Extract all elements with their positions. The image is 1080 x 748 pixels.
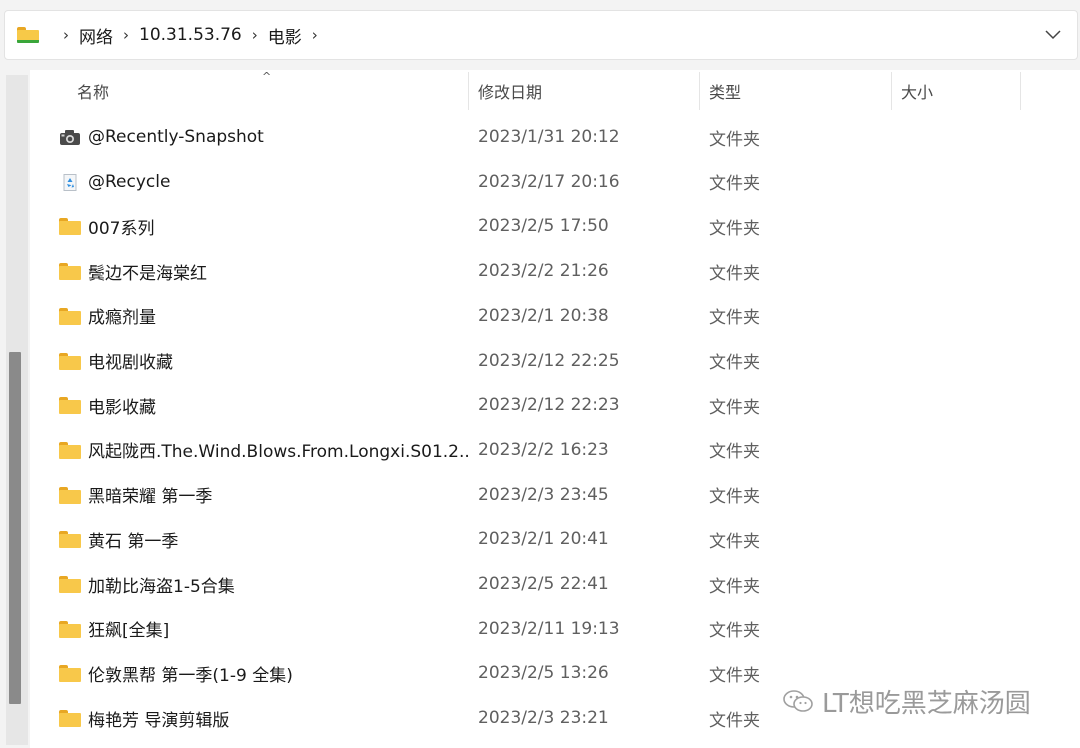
watermark: LT想吃黑芝麻汤圆 — [782, 684, 1031, 719]
breadcrumb-separator-icon[interactable]: › — [252, 26, 258, 44]
folder-icon — [59, 397, 81, 415]
file-name: 黑暗荣耀 第一季 — [88, 487, 213, 508]
file-type: 文件夹 — [709, 576, 760, 597]
column-header: ^ 名称 修改日期 类型 大小 — [30, 70, 1080, 112]
column-header-size[interactable]: 大小 — [901, 70, 933, 112]
file-date: 2023/2/12 22:23 — [478, 395, 620, 416]
file-name: 电影收藏 — [88, 397, 156, 418]
file-row[interactable]: 加勒比海盗1-5合集 2023/2/5 22:41 文件夹 — [30, 562, 1080, 606]
breadcrumb-separator-icon[interactable]: › — [63, 26, 69, 44]
file-name: 加勒比海盗1-5合集 — [88, 576, 235, 597]
breadcrumb-separator-icon[interactable]: › — [312, 26, 318, 44]
file-row[interactable]: 风起陇西.The.Wind.Blows.From.Longxi.S01.2...… — [30, 428, 1080, 472]
file-type: 文件夹 — [709, 174, 760, 195]
sort-ascending-icon: ^ — [262, 70, 272, 83]
scrollbar-thumb[interactable] — [9, 352, 21, 704]
file-type: 文件夹 — [709, 263, 760, 284]
file-name: 狂飙[全集] — [88, 621, 170, 642]
folder-icon — [59, 263, 81, 281]
column-header-name[interactable]: 名称 — [77, 70, 109, 112]
file-date: 2023/2/3 23:45 — [478, 484, 609, 505]
folder-icon — [59, 576, 81, 593]
column-divider[interactable] — [891, 72, 892, 110]
camera-icon — [60, 130, 80, 145]
file-row[interactable]: @Recycle 2023/2/17 20:16 文件夹 — [30, 160, 1080, 204]
breadcrumb-network[interactable]: 网络 — [79, 23, 113, 48]
file-date: 2023/2/11 19:13 — [478, 618, 620, 639]
file-type: 文件夹 — [709, 487, 760, 508]
file-name: 成瘾剂量 — [88, 308, 156, 329]
file-name: 风起陇西.The.Wind.Blows.From.Longxi.S01.2... — [88, 442, 468, 463]
watermark-text: LT想吃黑芝麻汤圆 — [822, 688, 1031, 719]
column-divider[interactable] — [699, 72, 700, 110]
file-date: 2023/2/5 17:50 — [478, 216, 609, 237]
file-row[interactable]: @Recently-Snapshot 2023/1/31 20:12 文件夹 — [30, 115, 1080, 159]
file-name: 电视剧收藏 — [88, 353, 173, 373]
file-type: 文件夹 — [709, 353, 760, 373]
breadcrumb: › 网络 › 10.31.53.76 › 电影 › — [17, 11, 328, 59]
folder-icon — [59, 218, 81, 236]
file-name: @Recycle — [88, 171, 171, 192]
file-row[interactable]: 狂飙[全集] 2023/2/11 19:13 文件夹 — [30, 607, 1080, 651]
recycle-icon — [63, 173, 77, 191]
breadcrumb-current-folder[interactable]: 电影 — [268, 23, 302, 48]
file-row[interactable]: 鬓边不是海棠红 2023/2/2 21:26 文件夹 — [30, 249, 1080, 293]
column-divider[interactable] — [1020, 72, 1021, 110]
file-date: 2023/2/1 20:41 — [478, 529, 609, 550]
file-type: 文件夹 — [709, 129, 760, 150]
file-type: 文件夹 — [709, 621, 760, 642]
folder-icon — [59, 531, 81, 549]
breadcrumb-host[interactable]: 10.31.53.76 — [139, 25, 242, 45]
file-type: 文件夹 — [709, 665, 760, 686]
folder-icon — [59, 665, 81, 683]
folder-icon — [59, 352, 81, 370]
file-date: 2023/2/17 20:16 — [478, 171, 620, 192]
file-name: @Recently-Snapshot — [88, 127, 264, 147]
file-row[interactable]: 黑暗荣耀 第一季 2023/2/3 23:45 文件夹 — [30, 473, 1080, 517]
file-row[interactable]: 黄石 第一季 2023/2/1 20:41 文件夹 — [30, 517, 1080, 561]
file-date: 2023/2/2 21:26 — [478, 261, 609, 282]
file-name: 伦敦黑帮 第一季(1-9 全集) — [88, 665, 293, 686]
folder-icon — [59, 620, 81, 638]
file-date: 2023/2/5 22:41 — [478, 574, 609, 594]
folder-icon — [59, 710, 81, 728]
wechat-icon — [783, 690, 813, 712]
file-date: 2023/2/2 16:23 — [478, 439, 609, 460]
file-row[interactable]: 电视剧收藏 2023/2/12 22:25 文件夹 — [30, 339, 1080, 383]
file-date: 2023/1/31 20:12 — [478, 127, 620, 147]
address-bar[interactable]: › 网络 › 10.31.53.76 › 电影 › — [4, 10, 1078, 60]
file-row[interactable]: 成瘾剂量 2023/2/1 20:38 文件夹 — [30, 294, 1080, 338]
file-date: 2023/2/12 22:25 — [478, 350, 620, 371]
file-row[interactable]: 电影收藏 2023/2/12 22:23 文件夹 — [30, 383, 1080, 427]
file-name: 梅艳芳 导演剪辑版 — [88, 710, 230, 731]
file-type: 文件夹 — [709, 308, 760, 329]
file-type: 文件夹 — [709, 442, 760, 463]
address-bar-region: › 网络 › 10.31.53.76 › 电影 › — [0, 0, 1080, 70]
file-type: 文件夹 — [709, 397, 760, 418]
folder-icon — [59, 486, 81, 504]
folder-icon — [59, 441, 81, 459]
file-date: 2023/2/1 20:38 — [478, 305, 609, 326]
breadcrumb-separator-icon[interactable]: › — [123, 26, 129, 44]
file-name: 鬓边不是海棠红 — [88, 263, 207, 284]
chevron-down-icon[interactable] — [1043, 24, 1063, 44]
file-row[interactable]: 007系列 2023/2/5 17:50 文件夹 — [30, 204, 1080, 248]
file-type: 文件夹 — [709, 218, 760, 239]
file-date: 2023/2/3 23:21 — [478, 708, 609, 729]
file-type: 文件夹 — [709, 710, 760, 731]
column-header-date[interactable]: 修改日期 — [478, 70, 542, 112]
file-name: 007系列 — [88, 218, 155, 239]
file-name: 黄石 第一季 — [88, 531, 179, 552]
file-type: 文件夹 — [709, 531, 760, 552]
file-date: 2023/2/5 13:26 — [478, 663, 609, 684]
folder-icon — [59, 307, 81, 325]
column-divider[interactable] — [468, 72, 469, 110]
folder-location-icon — [17, 27, 39, 43]
column-header-type[interactable]: 类型 — [709, 70, 741, 112]
